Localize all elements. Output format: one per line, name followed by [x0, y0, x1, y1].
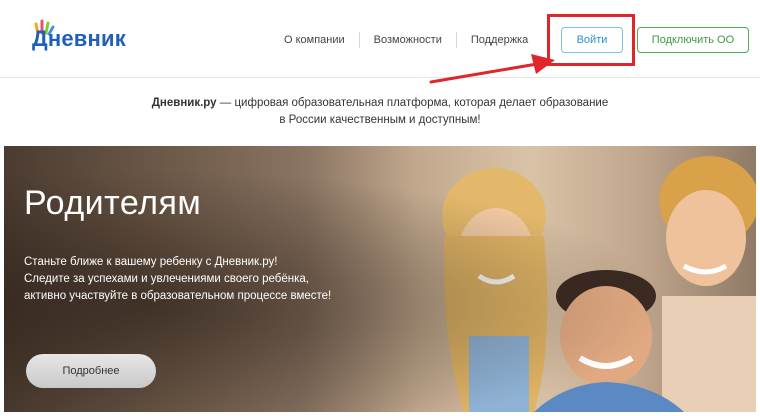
red-arrow-icon [429, 54, 555, 84]
nav-item-company[interactable]: О компании [270, 32, 359, 48]
logo-text[interactable]: Дневник [32, 26, 126, 52]
site-header: Дневник О компании Возможности Поддержка… [0, 0, 760, 78]
hero-banner: Родителям Станьте ближе к вашему ребенку… [4, 146, 756, 412]
nav-item-features[interactable]: Возможности [358, 32, 456, 48]
hero-title: Родителям [24, 184, 202, 222]
nav-item-support[interactable]: Поддержка [455, 32, 542, 48]
login-button[interactable]: Войти [561, 27, 623, 53]
tagline-line1: — цифровая образовательная платформа, ко… [216, 97, 609, 109]
connect-school-button[interactable]: Подключить ОО [637, 27, 749, 53]
hero-line-3: активно участвуйте в образовательном про… [24, 290, 332, 302]
more-button[interactable]: Подробнее [26, 354, 156, 388]
hero-line-1: Станьте ближе к вашему ребенку с Дневник… [24, 256, 278, 268]
main-nav: О компании Возможности Поддержка [270, 32, 542, 48]
tagline-line2: в России качественным и доступным! [279, 114, 481, 126]
tagline-brand: Дневник.ру [151, 97, 217, 109]
tagline: Дневник.ру — цифровая образовательная пл… [0, 95, 760, 129]
hero-description: Станьте ближе к вашему ребенку с Дневник… [24, 254, 424, 305]
hero-line-2: Следите за успехами и увлечениями своего… [24, 273, 309, 285]
